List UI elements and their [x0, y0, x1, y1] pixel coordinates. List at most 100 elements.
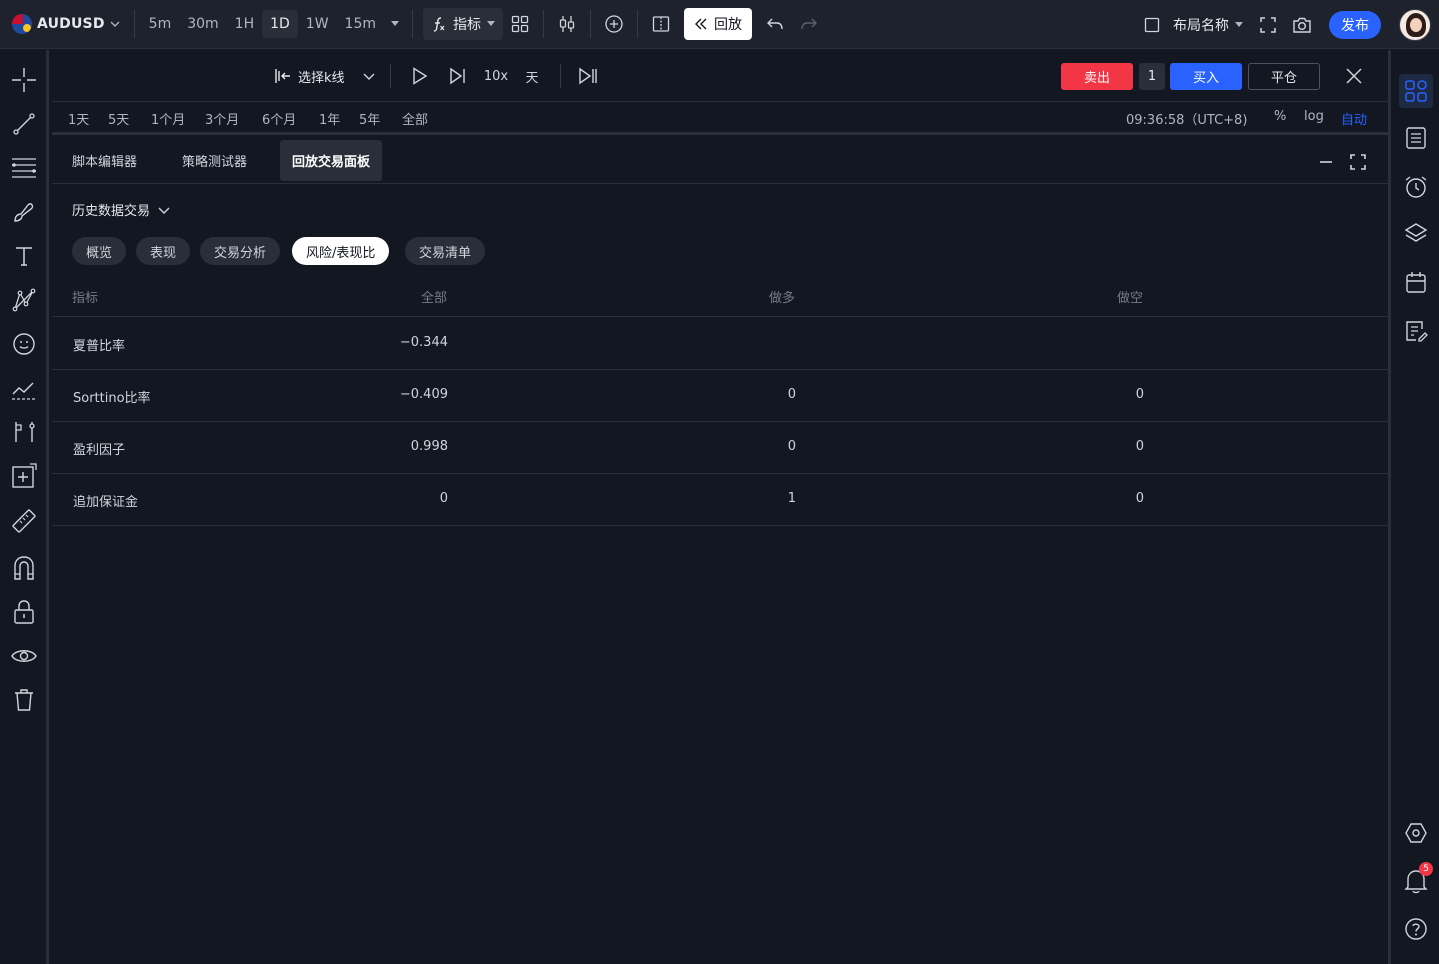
interval-dropdown-button[interactable] [384, 10, 406, 38]
close-position-button[interactable]: 平仓 [1248, 63, 1320, 90]
brush-tool[interactable] [9, 197, 39, 227]
value-all: 0 [439, 491, 448, 506]
alert-button[interactable] [597, 7, 631, 41]
redo-button[interactable] [792, 7, 826, 41]
speed-button[interactable]: 10x [482, 62, 510, 90]
range-3m[interactable]: 3个月 [205, 109, 239, 128]
date-range-bar: 1天 5天 1个月 3个月 6个月 1年 5年 全部 09:36:58（UTC+… [52, 103, 1388, 135]
chevron-down-icon [363, 73, 375, 80]
history-trading-dropdown[interactable]: 历史数据交易 [72, 200, 170, 219]
minimize-panel-button[interactable] [1314, 150, 1338, 174]
magnet-tool[interactable] [9, 553, 39, 583]
indicators-label: 指标 [453, 17, 481, 33]
watchlist-button[interactable] [1399, 121, 1433, 155]
compare-button[interactable] [550, 7, 584, 41]
layout-name-label: 布局名称 [1173, 17, 1229, 34]
hotlist-button[interactable] [1399, 816, 1433, 850]
select-bar-dropdown[interactable]: 选择k线 [274, 62, 375, 90]
forecast-tool[interactable] [9, 375, 39, 405]
auto-scale-toggle[interactable]: 自动 [1341, 109, 1367, 128]
top-toolbar: AUDUSD 5m 30m 1H 1D 1W 15m 指标 回放 布局名称 发布 [0, 0, 1439, 49]
tab-strategy-tester[interactable]: 策略测试器 [170, 140, 259, 181]
step-forward-button[interactable] [446, 62, 470, 90]
range-5d[interactable]: 5天 [108, 109, 129, 128]
text-tool[interactable] [9, 241, 39, 271]
replay-label: 回放 [714, 17, 742, 33]
interval-1d[interactable]: 1D [262, 10, 298, 38]
pattern-tool[interactable] [9, 285, 39, 315]
fullscreen-button[interactable] [1251, 8, 1285, 42]
play-button[interactable] [408, 62, 432, 90]
subtab-performance[interactable]: 表现 [136, 237, 191, 265]
help-button[interactable] [1399, 912, 1433, 946]
caret-down-icon [1235, 21, 1243, 27]
widgets-button[interactable] [1399, 74, 1433, 108]
close-replay-button[interactable] [1342, 64, 1366, 88]
indicators-button[interactable]: 指标 [423, 8, 503, 40]
value-short: 0 [1135, 439, 1144, 454]
measure-tool[interactable] [9, 417, 39, 447]
step-unit-button[interactable]: 天 [522, 62, 542, 90]
calendar-button[interactable] [1399, 266, 1433, 300]
templates-button[interactable] [503, 7, 537, 41]
symbol-search-button[interactable]: AUDUSD [12, 6, 120, 42]
subtab-risk-ratio[interactable]: 风险/表现比 [292, 237, 390, 265]
zoom-tool[interactable] [9, 461, 39, 491]
lock-tool[interactable] [9, 597, 39, 627]
ruler-icon [12, 509, 36, 533]
delete-tool[interactable] [9, 685, 39, 715]
crosshair-tool[interactable] [9, 65, 39, 95]
range-5y[interactable]: 5年 [359, 109, 380, 128]
range-1d[interactable]: 1天 [68, 109, 89, 128]
ruler-tool[interactable] [9, 506, 39, 536]
interval-1h[interactable]: 1H [227, 10, 262, 38]
brush-icon [14, 203, 34, 222]
redo-icon [801, 18, 817, 30]
notes-button[interactable] [1399, 314, 1433, 348]
clock-timezone[interactable]: 09:36:58（UTC+8) [1126, 109, 1247, 128]
subtab-trade-list[interactable]: 交易清单 [405, 237, 486, 265]
jump-to-realtime-button[interactable] [576, 62, 600, 90]
range-1y[interactable]: 1年 [319, 109, 340, 128]
replay-control-bar: 选择k线 10x 天 卖出 1 买入 平仓 [52, 50, 1388, 102]
trend-line-tool[interactable] [9, 109, 39, 139]
buy-button[interactable]: 买入 [1170, 63, 1242, 90]
maximize-panel-button[interactable] [1346, 150, 1370, 174]
notifications-button[interactable]: 5 [1399, 862, 1433, 898]
emoji-tool[interactable] [9, 329, 39, 359]
top-toolbar-right: 布局名称 发布 [1135, 0, 1439, 49]
play-icon [413, 67, 428, 85]
layout-split-button[interactable] [644, 7, 678, 41]
alerts-button[interactable] [1399, 170, 1433, 204]
range-1m[interactable]: 1个月 [151, 109, 185, 128]
metrics-table-header: 指标 全部 做多 做空 [52, 282, 1388, 317]
subtab-trade-analysis[interactable]: 交易分析 [200, 237, 281, 265]
layers-button[interactable] [1399, 216, 1433, 250]
user-avatar[interactable] [1399, 8, 1431, 41]
interval-30m[interactable]: 30m [179, 10, 226, 38]
log-scale-toggle[interactable]: log [1304, 109, 1324, 124]
screenshot-button[interactable] [1285, 8, 1319, 42]
visibility-tool[interactable] [9, 641, 39, 671]
interval-15m[interactable]: 15m [337, 10, 384, 38]
percent-scale-toggle[interactable]: % [1274, 109, 1286, 124]
tab-replay-trading[interactable]: 回放交易面板 [280, 140, 383, 181]
subtab-overview[interactable]: 概览 [72, 237, 127, 265]
publish-button[interactable]: 发布 [1329, 10, 1381, 39]
divider [412, 10, 413, 38]
layout-name-dropdown[interactable]: 布局名称 [1173, 15, 1243, 35]
range-6m[interactable]: 6个月 [262, 109, 296, 128]
hexagon-icon [1405, 823, 1427, 843]
range-all[interactable]: 全部 [402, 109, 428, 128]
interval-5m[interactable]: 5m [141, 10, 180, 38]
eye-icon [11, 650, 37, 662]
undo-button[interactable] [758, 7, 792, 41]
interval-1w[interactable]: 1W [298, 10, 337, 38]
table-row: 追加保证金 0 1 0 [52, 474, 1388, 526]
layout-checkbox[interactable] [1135, 8, 1169, 42]
quantity-input[interactable]: 1 [1139, 63, 1165, 90]
tab-script-editor[interactable]: 脚本编辑器 [60, 140, 149, 181]
sell-button[interactable]: 卖出 [1061, 63, 1133, 90]
replay-button[interactable]: 回放 [684, 8, 752, 40]
fib-tool[interactable] [9, 153, 39, 183]
